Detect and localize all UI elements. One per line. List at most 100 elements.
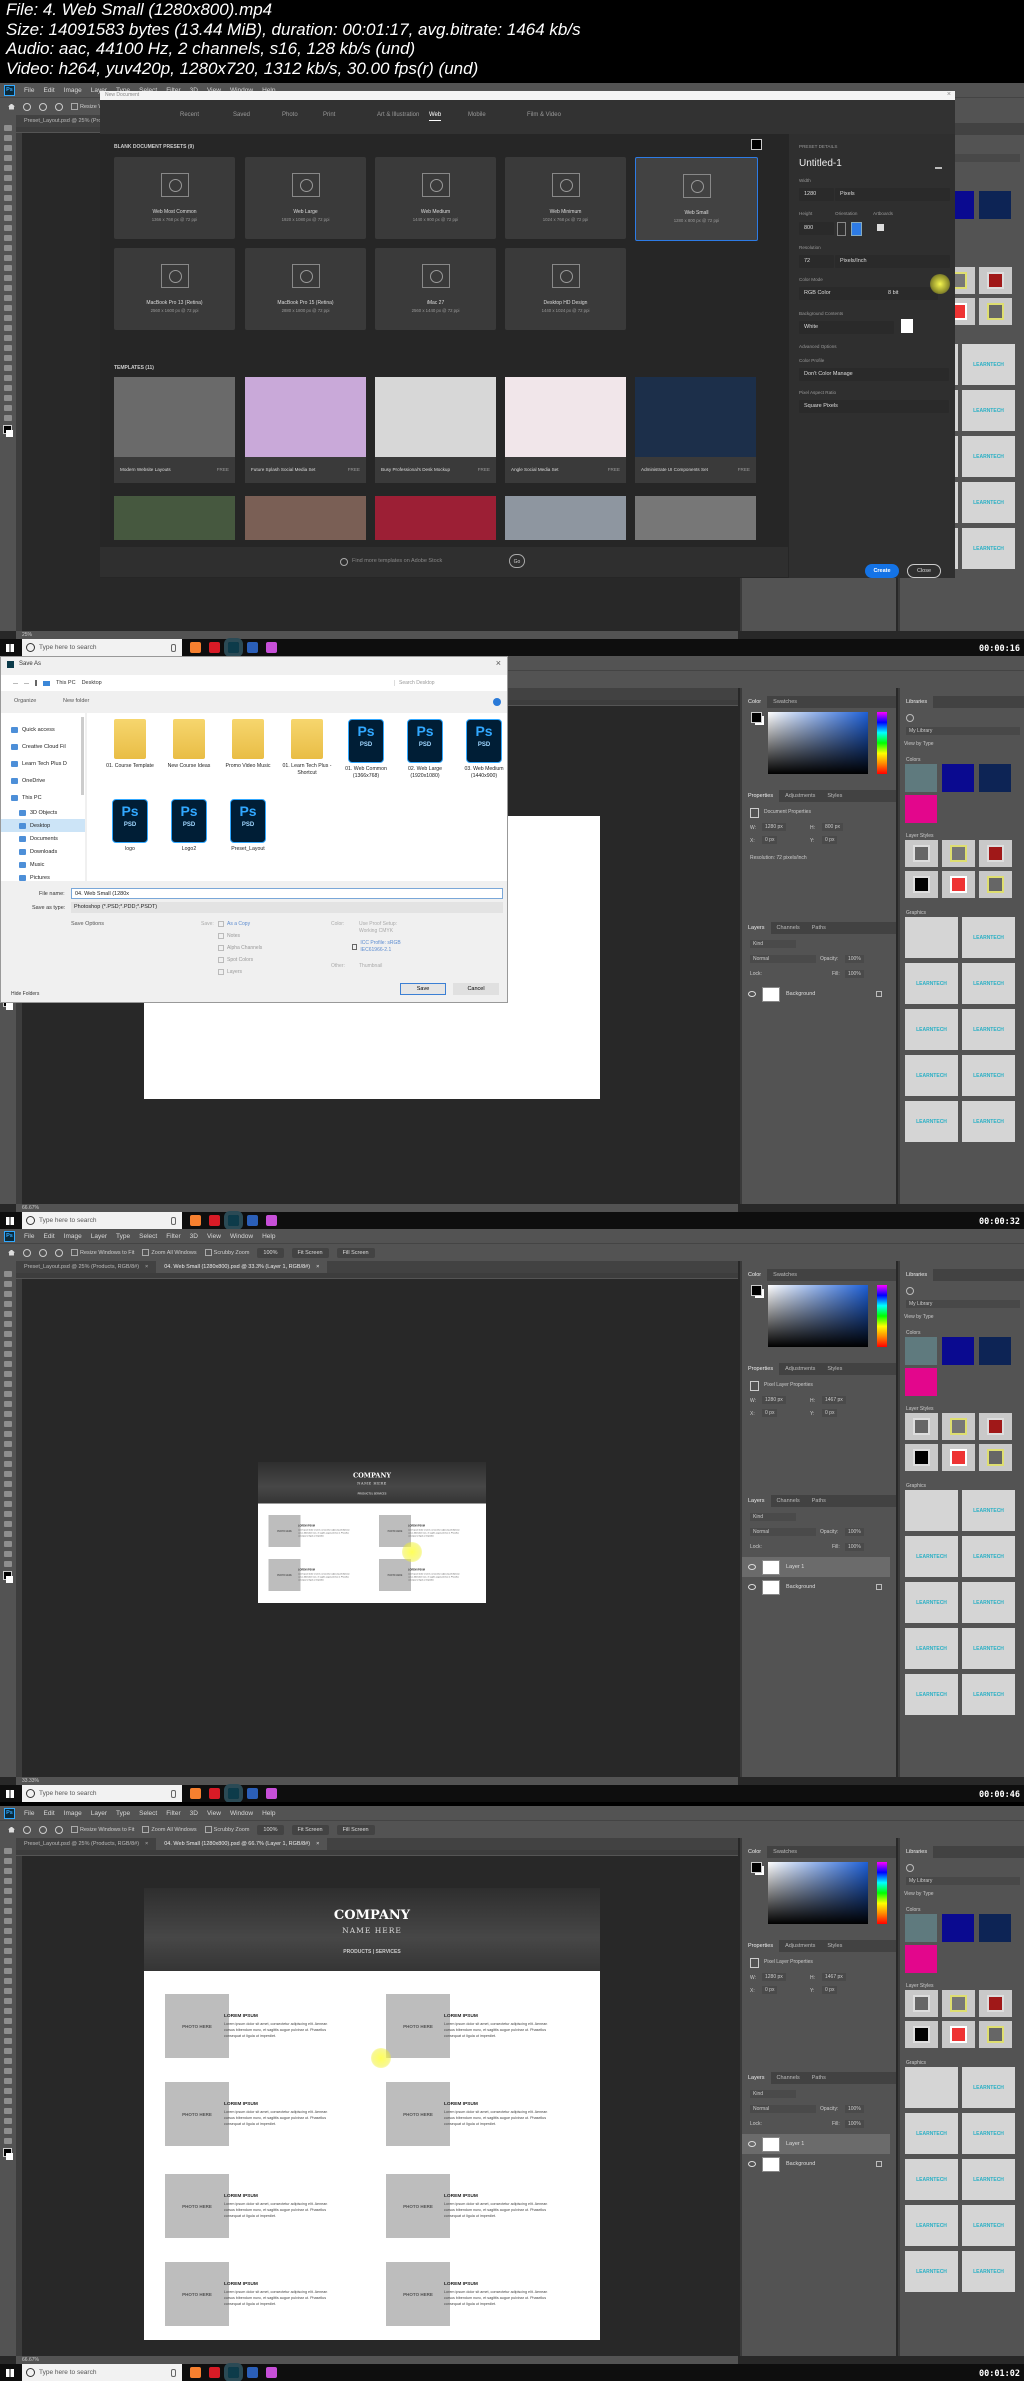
button-fit-screen[interactable]: Fit Screen [291, 1247, 329, 1258]
checkbox[interactable] [218, 969, 224, 975]
tool-icon[interactable] [4, 1361, 12, 1367]
checkbox[interactable] [142, 1249, 150, 1256]
save-button[interactable]: Save [400, 983, 446, 995]
tool-icon[interactable] [4, 1978, 12, 1984]
document-tab[interactable]: Preset_Layout.psd @ 25% (Products, RGB/8… [16, 1261, 156, 1273]
template-card[interactable]: Administrate UI Components Set FREE [635, 377, 756, 483]
tool-icon[interactable] [4, 405, 12, 411]
hue-slider[interactable] [877, 1862, 887, 1924]
close-dialog-icon[interactable] [496, 658, 501, 668]
help-icon[interactable] [493, 698, 501, 706]
tab-adjustments[interactable]: Adjustments [779, 790, 821, 802]
preset-card[interactable]: Web Small 1280 x 800 px @ 72 ppi [635, 157, 758, 241]
tool-icon[interactable] [4, 415, 12, 421]
word-taskbar-icon[interactable] [247, 2367, 258, 2378]
hue-slider[interactable] [877, 712, 887, 774]
menu-help[interactable]: Help [262, 1810, 275, 1817]
library-select[interactable]: My Library [906, 1877, 1020, 1885]
tab-layers[interactable]: Layers [742, 2072, 771, 2084]
tab-styles[interactable]: Styles [821, 1363, 848, 1375]
tool-icon[interactable] [4, 1868, 12, 1874]
menu-3d[interactable]: 3D [190, 1233, 198, 1240]
tool-icon[interactable] [4, 285, 12, 291]
button-100[interactable]: 100% [257, 1247, 284, 1258]
stock-search-input[interactable]: Find more templates on Adobe Stock [352, 558, 442, 564]
library-color-swatch[interactable] [942, 764, 974, 792]
tool-icon[interactable] [4, 2108, 12, 2114]
library-graphic-tile[interactable]: LEARNTECH [962, 2251, 1015, 2292]
tool-icon[interactable] [4, 1848, 12, 1854]
background-color-swatch[interactable] [6, 2153, 13, 2160]
menu-type[interactable]: Type [116, 1233, 130, 1240]
tab-recent[interactable]: Recent [180, 112, 199, 118]
taskbar-search[interactable]: Type here to search [22, 639, 182, 656]
property-value[interactable]: 800 px [822, 823, 844, 831]
close-dialog-icon[interactable] [947, 91, 951, 98]
tool-icon[interactable] [4, 1948, 12, 1954]
library-graphic-tile[interactable] [905, 2067, 958, 2108]
file-item[interactable]: Ps PSD 03. Web Medium (1440x900) [455, 719, 513, 780]
tab-libraries[interactable]: Libraries [900, 1269, 934, 1281]
layer-style-tile[interactable] [905, 871, 938, 898]
photoshop-taskbar-icon[interactable] [224, 638, 243, 656]
library-graphic-tile[interactable]: LEARNTECH [962, 482, 1015, 523]
layer-style-tile[interactable] [979, 1990, 1012, 2017]
layer-style-tile[interactable] [905, 1413, 938, 1440]
checkbox-alpha-channels[interactable]: Alpha Channels [218, 945, 262, 951]
tab-swatches[interactable]: Swatches [767, 696, 803, 708]
button-fill-screen[interactable]: Fill Screen [336, 1247, 375, 1258]
tool-icon[interactable] [4, 1451, 12, 1457]
library-graphic-tile[interactable]: LEARNTECH [905, 1009, 958, 1050]
menu-image[interactable]: Image [64, 87, 82, 94]
tab-color[interactable]: Color [742, 1846, 768, 1858]
tab-layers[interactable]: Layers [742, 922, 771, 934]
layer-style-tile[interactable] [905, 1444, 938, 1471]
library-graphic-tile[interactable]: LEARNTECH [962, 1582, 1015, 1623]
tool-icon[interactable] [4, 325, 12, 331]
library-color-swatch[interactable] [905, 1945, 937, 1973]
tool-icon[interactable] [4, 1461, 12, 1467]
library-graphic-tile[interactable]: LEARNTECH [962, 2159, 1015, 2200]
library-graphic-tile[interactable]: LEARNTECH [905, 1536, 958, 1577]
document-name-input[interactable]: Untitled-1 [799, 158, 842, 169]
color-app-taskbar-icon[interactable] [266, 1788, 277, 1799]
firefox-taskbar-icon[interactable] [190, 1215, 201, 1226]
tab-adjustments[interactable]: Adjustments [779, 1363, 821, 1375]
color-picker-field[interactable] [768, 1862, 868, 1924]
template-card[interactable]: Future Splash Social Media Set FREE [245, 377, 366, 483]
menu-image[interactable]: Image [64, 1810, 82, 1817]
photoshop-taskbar-icon[interactable] [224, 2363, 243, 2381]
tab-swatches[interactable]: Swatches [767, 1269, 803, 1281]
tool-icon[interactable] [4, 2118, 12, 2124]
layer-style-tile[interactable] [942, 1444, 975, 1471]
property-value[interactable]: 0 px [762, 836, 778, 844]
tool-icon[interactable] [4, 1401, 12, 1407]
tool-icon[interactable] [4, 1491, 12, 1497]
library-graphic-tile[interactable]: LEARNTECH [962, 963, 1015, 1004]
tab-styles[interactable]: Styles [821, 790, 848, 802]
checkbox[interactable] [71, 1249, 78, 1256]
library-graphic-tile[interactable]: LEARNTECH [962, 436, 1015, 477]
tool-icon[interactable] [4, 155, 12, 161]
preset-card[interactable]: Web Minimum 1024 x 768 px @ 72 ppi [505, 157, 626, 239]
tab-libraries[interactable]: Libraries [900, 1846, 934, 1858]
property-value[interactable]: 1280 px [762, 1973, 786, 1981]
tab-libraries[interactable]: Libraries [900, 696, 934, 708]
word-taskbar-icon[interactable] [247, 1788, 258, 1799]
nav-scrollbar[interactable] [81, 717, 84, 795]
template-card[interactable]: Modern Website Layouts FREE [114, 377, 235, 483]
tool-icon[interactable] [4, 1421, 12, 1427]
tool-icon[interactable] [4, 255, 12, 261]
close-button[interactable]: Close [907, 564, 941, 578]
tool-icon[interactable] [4, 215, 12, 221]
file-item[interactable]: Ps PSD logo [101, 799, 159, 853]
view-by-type-select[interactable]: View by Type [904, 1891, 934, 1897]
back-icon[interactable] [13, 682, 18, 684]
library-select[interactable]: My Library [906, 727, 1020, 735]
menu-layer[interactable]: Layer [91, 1810, 107, 1817]
preset-card[interactable]: Web Medium 1440 x 900 px @ 72 ppi [375, 157, 496, 239]
button-100[interactable]: 100% [257, 1824, 284, 1835]
document-tab[interactable]: 04. Web Small (1280x800).psd @ 66.7% (La… [156, 1838, 328, 1850]
tool-icon[interactable] [4, 205, 12, 211]
layer-row[interactable]: Layer 1 [742, 1557, 890, 1577]
